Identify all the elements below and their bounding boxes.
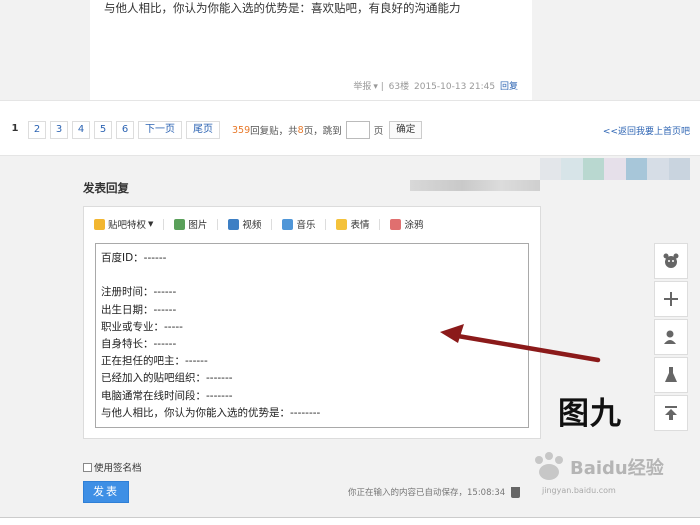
page-unit: 页 bbox=[373, 126, 384, 137]
user-icon[interactable] bbox=[654, 319, 688, 355]
jump-confirm-button[interactable]: 确定 bbox=[389, 121, 423, 139]
emoji-icon bbox=[336, 218, 348, 230]
text-line: 已经加入的贴吧组织：------- bbox=[101, 372, 233, 385]
flask-icon[interactable] bbox=[654, 357, 688, 393]
toolbar-privilege[interactable]: 贴吧特权 ▼ bbox=[94, 217, 153, 231]
page-3[interactable]: 3 bbox=[50, 121, 68, 139]
toolbar-picture[interactable]: 图片 bbox=[174, 217, 207, 231]
blurred-region bbox=[540, 158, 690, 180]
text-line: 百度ID：------ bbox=[101, 252, 167, 264]
autosave-status: 你正在输入的内容已自动保存，15:08:34 bbox=[348, 486, 521, 498]
text-line bbox=[101, 267, 523, 284]
toolbar-picture-label: 图片 bbox=[188, 220, 208, 231]
plus-icon[interactable] bbox=[654, 281, 688, 317]
trash-icon[interactable] bbox=[511, 486, 521, 498]
text-line: 注册时间：------ bbox=[101, 286, 177, 299]
toolbar-video-label: 视频 bbox=[242, 220, 262, 231]
paw-icon bbox=[535, 452, 563, 480]
text-line: 与他人相比，你认为你能入选的优势是：-------- bbox=[101, 406, 321, 419]
side-float-bar bbox=[654, 243, 688, 433]
chevron-down-icon: ▼ bbox=[148, 220, 154, 228]
report-caret-icon: ▾ | bbox=[373, 82, 384, 92]
post-card: 与他人相比，你认为你能入选的优势是：喜欢贴吧，有良好的沟通能力 举报 ▾ | 63… bbox=[90, 0, 532, 100]
signature-option[interactable]: 使用签名档 bbox=[83, 460, 142, 474]
toolbar-paint[interactable]: 涂鸦 bbox=[390, 217, 423, 231]
toolbar-divider bbox=[163, 218, 165, 230]
signature-checkbox[interactable] bbox=[83, 462, 92, 472]
submit-button[interactable]: 发表 bbox=[83, 481, 129, 503]
crown-icon bbox=[94, 218, 105, 230]
report-link[interactable]: 举报 bbox=[353, 82, 371, 92]
back-to-home-link[interactable]: <<返回我要上首页吧 bbox=[603, 124, 690, 137]
paint-icon bbox=[390, 218, 402, 230]
toolbar-divider bbox=[271, 218, 273, 230]
text-line: 出生日期：------ bbox=[101, 303, 177, 316]
toolbar-video[interactable]: 视频 bbox=[228, 217, 261, 231]
toolbar-music-label: 音乐 bbox=[296, 220, 316, 231]
text-line: 电脑通常在线时间段：------- bbox=[101, 389, 233, 402]
bear-icon[interactable] bbox=[654, 243, 688, 279]
toolbar-emoji-label: 表情 bbox=[350, 220, 370, 231]
blurred-bar bbox=[410, 180, 540, 191]
toolbar-emoji[interactable]: 表情 bbox=[336, 217, 369, 231]
page-4[interactable]: 4 bbox=[72, 121, 90, 139]
annotation-arrow bbox=[440, 324, 601, 363]
figure-label: 图九 bbox=[558, 396, 622, 432]
reply-count: 359 bbox=[232, 124, 251, 136]
post-meta: 举报 ▾ | 63楼 2015-10-13 21:45 回复 bbox=[351, 79, 518, 92]
post-time: 2015-10-13 21:45 bbox=[414, 82, 496, 92]
signature-label: 使用签名档 bbox=[94, 463, 142, 474]
reply-count-label: 回复贴，共 bbox=[250, 126, 298, 137]
pager: 1 2 3 4 5 6 下一页 尾页 359 回复贴，共 8 页，跳到 页 确定 bbox=[6, 121, 423, 139]
page-5[interactable]: 5 bbox=[94, 121, 112, 139]
watermark-url: jingyan.baidu.com bbox=[542, 486, 616, 495]
picture-icon bbox=[174, 218, 186, 230]
pagination-bar: 1 2 3 4 5 6 下一页 尾页 359 回复贴，共 8 页，跳到 页 确定… bbox=[0, 100, 700, 156]
toolbar-music[interactable]: 音乐 bbox=[282, 217, 315, 231]
page-count-label: 页，跳到 bbox=[303, 126, 342, 137]
last-page-button[interactable]: 尾页 bbox=[186, 121, 220, 139]
page-2[interactable]: 2 bbox=[28, 121, 46, 139]
next-page-button[interactable]: 下一页 bbox=[138, 121, 182, 139]
page-1: 1 bbox=[11, 123, 19, 134]
reply-link[interactable]: 回复 bbox=[500, 82, 518, 92]
autosave-text: 你正在输入的内容已自动保存，15:08:34 bbox=[348, 488, 506, 498]
bottom-strip bbox=[0, 517, 700, 525]
toolbar-paint-label: 涂鸦 bbox=[404, 220, 424, 231]
page-jump-input[interactable] bbox=[345, 121, 370, 139]
page-6[interactable]: 6 bbox=[116, 121, 134, 139]
post-content: 与他人相比，你认为你能入选的优势是：喜欢贴吧，有良好的沟通能力 bbox=[104, 1, 461, 15]
toolbar-privilege-label: 贴吧特权 bbox=[108, 220, 147, 231]
editor-toolbar: 贴吧特权 ▼ 图片 视频 音乐 表情 涂鸦 bbox=[94, 217, 433, 231]
video-icon bbox=[228, 218, 240, 230]
page-info: 359 回复贴，共 8 页，跳到 页 确定 bbox=[232, 121, 423, 139]
reply-heading: 发表回复 bbox=[83, 181, 129, 195]
toolbar-divider bbox=[379, 218, 381, 230]
watermark-brand: Baidu经验 bbox=[570, 458, 664, 479]
floor-number: 63楼 bbox=[388, 82, 410, 92]
music-icon bbox=[282, 218, 294, 230]
top-icon[interactable] bbox=[654, 395, 688, 431]
baidu-watermark: Baidu经验 jingyan.baidu.com bbox=[530, 450, 664, 495]
toolbar-divider bbox=[325, 218, 327, 230]
toolbar-divider bbox=[217, 218, 219, 230]
